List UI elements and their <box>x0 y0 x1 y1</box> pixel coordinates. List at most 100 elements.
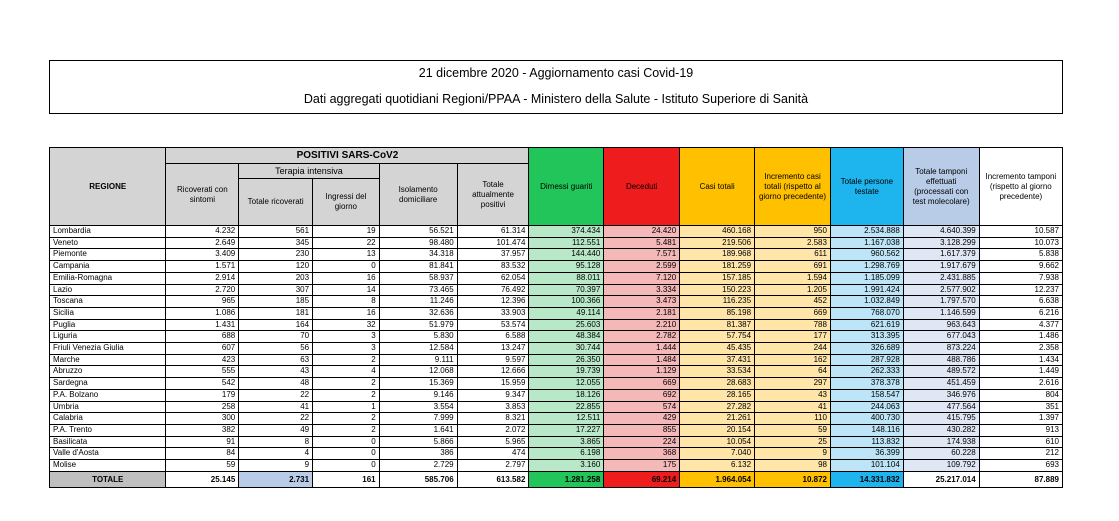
table-cell: 2.616 <box>978 377 1064 390</box>
region-name-cell: Calabria <box>48 412 167 425</box>
table-cell: 3.409 <box>165 248 240 262</box>
table-cell: 144.440 <box>528 248 605 262</box>
table-cell: 148.116 <box>829 423 904 437</box>
table-cell: 189.968 <box>679 248 756 262</box>
table-cell: 181 <box>238 306 314 320</box>
table-cell: 0 <box>312 447 380 461</box>
header-casi-totali: Casi totali <box>679 147 756 226</box>
table-cell: 98.480 <box>378 236 458 250</box>
table-row: Lazio 2.720 307 14 73.465 76.492 70.397 3.334 15… <box>48 283 1064 297</box>
table-cell: 15.959 <box>456 377 530 390</box>
table-cell: 386 <box>378 447 458 461</box>
table-cell: 110 <box>754 412 831 425</box>
header-persone-testate: Totale persone testate <box>829 147 904 226</box>
table-cell: 18.126 <box>528 388 605 402</box>
table-cell: 36.399 <box>829 447 904 461</box>
table-cell: 43 <box>754 388 831 402</box>
table-cell: 177 <box>754 330 831 344</box>
totals-cell: 25.145 <box>165 470 240 488</box>
table-cell: 164 <box>238 318 314 332</box>
table-cell: 6.588 <box>456 330 530 344</box>
totals-cell: 585.706 <box>378 470 458 488</box>
table-cell: 21.261 <box>679 412 756 425</box>
header-positivi: POSITIVI SARS-CoV2 <box>165 147 530 164</box>
header-tamponi: Totale tamponi effettuati (processati co… <box>902 147 980 226</box>
totals-cell: 69.214 <box>603 470 681 488</box>
table-cell: 34.318 <box>378 248 458 262</box>
table-cell: 451.459 <box>902 377 980 390</box>
table-cell: 70.397 <box>528 283 605 297</box>
table-cell: 224 <box>603 435 681 449</box>
table-cell: 43 <box>238 365 314 379</box>
header-regione: REGIONE <box>48 147 167 226</box>
table-cell: 59 <box>754 423 831 437</box>
table-cell: 768.070 <box>829 306 904 320</box>
table-cell: 607 <box>165 342 240 355</box>
table-row: P.A. Bolzano 179 22 2 9.146 9.347 18.126 692 28.… <box>48 388 1064 402</box>
table-row: Emilia-Romagna 2.914 203 16 58.937 62.054 88.0… <box>48 271 1064 285</box>
table-cell: 244.063 <box>829 400 904 414</box>
table-cell: 33.903 <box>456 306 530 320</box>
table-cell: 219.506 <box>679 236 756 250</box>
table-cell: 20.154 <box>679 423 756 437</box>
table-cell: 28.165 <box>679 388 756 402</box>
totals-cell: 10.872 <box>754 470 831 488</box>
table-cell: 13.247 <box>456 342 530 355</box>
table-cell: 3.865 <box>528 435 605 449</box>
table-row: Basilicata 91 8 0 5.866 5.965 3.865 224 10.054 25… <box>48 435 1064 449</box>
region-name-cell: Piemonte <box>48 248 167 262</box>
table-cell: 5.830 <box>378 330 458 344</box>
totals-cell: 14.331.832 <box>829 470 904 488</box>
table-cell: 621.619 <box>829 318 904 332</box>
table-cell: 26.350 <box>528 353 605 367</box>
table-cell: 101.104 <box>829 459 904 472</box>
table-cell: 1.484 <box>603 353 681 367</box>
totals-label: TOTALE <box>48 470 167 488</box>
region-name-cell: P.A. Bolzano <box>48 388 167 402</box>
table-cell: 488.786 <box>902 353 980 367</box>
table-cell: 1.434 <box>978 353 1064 367</box>
table-cell: 84 <box>165 447 240 461</box>
table-row: Sardegna 542 48 2 15.369 15.959 12.055 669 28.68… <box>48 377 1064 390</box>
table-cell: 313.395 <box>829 330 904 344</box>
table-cell: 960.562 <box>829 248 904 262</box>
table-cell: 45.435 <box>679 342 756 355</box>
table-cell: 2.649 <box>165 236 240 250</box>
table-cell: 669 <box>603 377 681 390</box>
table-cell: 693 <box>978 459 1064 472</box>
table-cell: 1.167.038 <box>829 236 904 250</box>
table-cell: 6.198 <box>528 447 605 461</box>
table-cell: 61.314 <box>456 225 530 238</box>
table-cell: 1.298.769 <box>829 260 904 273</box>
table-cell: 2.072 <box>456 423 530 437</box>
region-name-cell: Basilicata <box>48 435 167 449</box>
table-cell: 32.636 <box>378 306 458 320</box>
table-cell: 11.246 <box>378 295 458 308</box>
table-cell: 345 <box>238 236 314 250</box>
totals-cell: 1.964.054 <box>679 470 756 488</box>
table-cell: 181.259 <box>679 260 756 273</box>
table-cell: 2 <box>312 423 380 437</box>
table-cell: 9.146 <box>378 388 458 402</box>
table-cell: 22 <box>238 388 314 402</box>
table-cell: 691 <box>754 260 831 273</box>
table-cell: 788 <box>754 318 831 332</box>
table-cell: 10.054 <box>679 435 756 449</box>
table-cell: 9 <box>238 459 314 472</box>
table-cell: 415.795 <box>902 412 980 425</box>
region-name-cell: Emilia-Romagna <box>48 271 167 285</box>
table-cell: 4.232 <box>165 225 240 238</box>
table-cell: 85.198 <box>679 306 756 320</box>
table-cell: 15.369 <box>378 377 458 390</box>
table-cell: 27.282 <box>679 400 756 414</box>
region-name-cell: Friuli Venezia Giulia <box>48 342 167 355</box>
table-cell: 1.129 <box>603 365 681 379</box>
table-cell: 157.185 <box>679 271 756 285</box>
table-cell: 262.333 <box>829 365 904 379</box>
totals-row: TOTALE 25.145 2.731 161 585.706 613.582 1.281.… <box>48 470 1064 488</box>
table-cell: 57.754 <box>679 330 756 344</box>
table-cell: 76.492 <box>456 283 530 297</box>
table-cell: 1.797.570 <box>902 295 980 308</box>
totals-cell: 2.731 <box>238 470 314 488</box>
table-cell: 1.571 <box>165 260 240 273</box>
